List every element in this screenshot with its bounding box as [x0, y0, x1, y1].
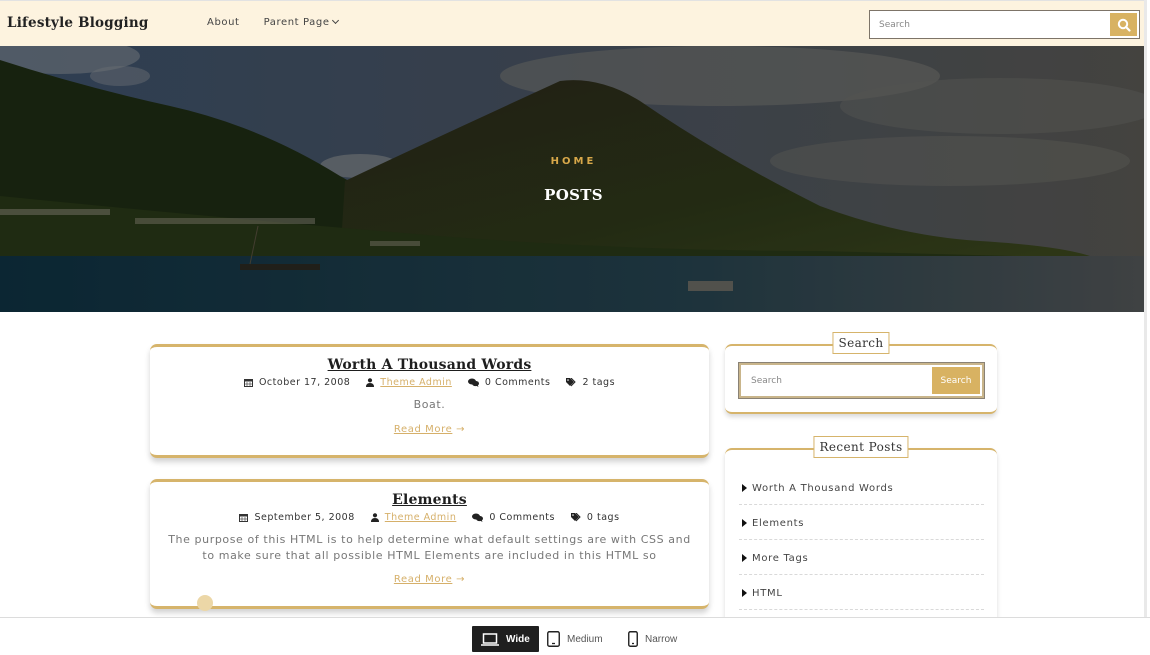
- viewport-medium-button[interactable]: Medium: [538, 626, 612, 652]
- viewport-narrow-label: Narrow: [645, 633, 678, 645]
- chevron-down-icon: [331, 16, 339, 25]
- laptop-icon: [481, 632, 499, 646]
- vertical-scrollbar[interactable]: [1144, 0, 1147, 617]
- viewport-wide-button[interactable]: Wide: [472, 626, 539, 652]
- nav-item-about[interactable]: About: [207, 17, 240, 28]
- recent-post-label: Worth A Thousand Words: [752, 482, 894, 494]
- arrow-right-icon: →: [456, 574, 466, 585]
- search-widget-title: Search: [832, 332, 890, 354]
- tablet-icon: [547, 631, 560, 647]
- header-search: [869, 10, 1140, 39]
- post-meta: September 5, 2008 Theme Admin 0 Comments…: [150, 512, 709, 523]
- viewport-narrow-button[interactable]: Narrow: [619, 626, 686, 652]
- post-comments[interactable]: 0 Comments: [489, 512, 555, 523]
- header-search-input[interactable]: [879, 16, 1099, 33]
- post-comments[interactable]: 0 Comments: [485, 377, 551, 388]
- search-icon: [1117, 18, 1131, 32]
- recent-posts-list: Worth A Thousand Words Elements More Tag…: [739, 470, 984, 610]
- recent-post-item[interactable]: Elements: [739, 505, 984, 540]
- caret-right-icon: [742, 589, 747, 597]
- recent-post-item[interactable]: More Tags: [739, 540, 984, 575]
- post-meta: October 17, 2008 Theme Admin 0 Comments …: [150, 377, 709, 388]
- post-tags[interactable]: 2 tags: [582, 377, 615, 388]
- nav-item-parent-page[interactable]: Parent Page: [263, 16, 339, 28]
- recent-post-item[interactable]: HTML: [739, 575, 984, 610]
- recent-post-label: More Tags: [752, 552, 809, 564]
- calendar-icon: [243, 379, 253, 387]
- post-card: Worth A Thousand Words October 17, 2008 …: [150, 344, 709, 458]
- comments-icon: [472, 513, 484, 522]
- post-excerpt: Boat.: [413, 398, 446, 411]
- page-hero: HOME POSTS: [0, 46, 1147, 312]
- caret-right-icon: [742, 554, 747, 562]
- post-excerpt: The purpose of this HTML is to help dete…: [168, 533, 691, 562]
- post-title[interactable]: Worth A Thousand Words: [328, 357, 532, 373]
- post-author-link[interactable]: Theme Admin: [380, 377, 452, 388]
- post-date: September 5, 2008: [254, 512, 355, 523]
- read-more-label: Read More: [393, 574, 453, 585]
- post-tags[interactable]: 0 tags: [587, 512, 620, 523]
- sidebar-search-button[interactable]: Search: [932, 367, 980, 394]
- page-title: POSTS: [544, 186, 603, 204]
- recent-post-label: Elements: [752, 517, 805, 529]
- recent-posts-title: Recent Posts: [813, 436, 909, 458]
- post-title[interactable]: Elements: [392, 492, 467, 508]
- read-more-link[interactable]: Read More →: [394, 574, 465, 585]
- viewport-switcher: Wide Medium Narrow: [0, 617, 1150, 655]
- recent-post-label: HTML: [752, 587, 783, 599]
- comments-icon: [467, 378, 479, 387]
- user-icon: [366, 378, 375, 387]
- nav-item-parent-page-label: Parent Page: [263, 17, 330, 28]
- phone-icon: [628, 631, 638, 647]
- recent-posts-widget: Recent Posts Worth A Thousand Words Elem…: [725, 436, 997, 617]
- post-card: Elements September 5, 2008 Theme Admin 0…: [150, 479, 709, 609]
- sidebar-search: Search: [738, 362, 985, 399]
- caret-right-icon: [742, 484, 747, 492]
- viewport-medium-label: Medium: [567, 633, 603, 645]
- breadcrumb-home[interactable]: HOME: [0, 156, 1147, 167]
- arrow-right-icon: →: [456, 424, 466, 435]
- post-date: October 17, 2008: [258, 377, 351, 388]
- page: Lifestyle Blogging About Parent Page Sea…: [0, 0, 1147, 617]
- main-nav: About Parent Page: [207, 16, 339, 28]
- cursor-indicator: [197, 595, 213, 611]
- calendar-icon: [239, 514, 249, 522]
- tags-icon: [570, 513, 581, 522]
- read-more-label: Read More: [393, 424, 453, 435]
- viewport-wide-label: Wide: [506, 633, 530, 645]
- sidebar-search-input[interactable]: [751, 373, 911, 389]
- site-brand[interactable]: Lifestyle Blogging: [7, 15, 149, 31]
- recent-post-item[interactable]: Worth A Thousand Words: [739, 470, 984, 505]
- site-header: Lifestyle Blogging About Parent Page: [0, 0, 1147, 46]
- user-icon: [370, 513, 379, 522]
- caret-right-icon: [742, 519, 747, 527]
- post-author-link[interactable]: Theme Admin: [385, 512, 457, 523]
- hero-overlay: [0, 46, 1147, 312]
- read-more-link[interactable]: Read More →: [394, 424, 465, 435]
- tags-icon: [566, 378, 577, 387]
- search-widget: Search Search: [725, 332, 997, 414]
- header-search-button[interactable]: [1110, 13, 1137, 36]
